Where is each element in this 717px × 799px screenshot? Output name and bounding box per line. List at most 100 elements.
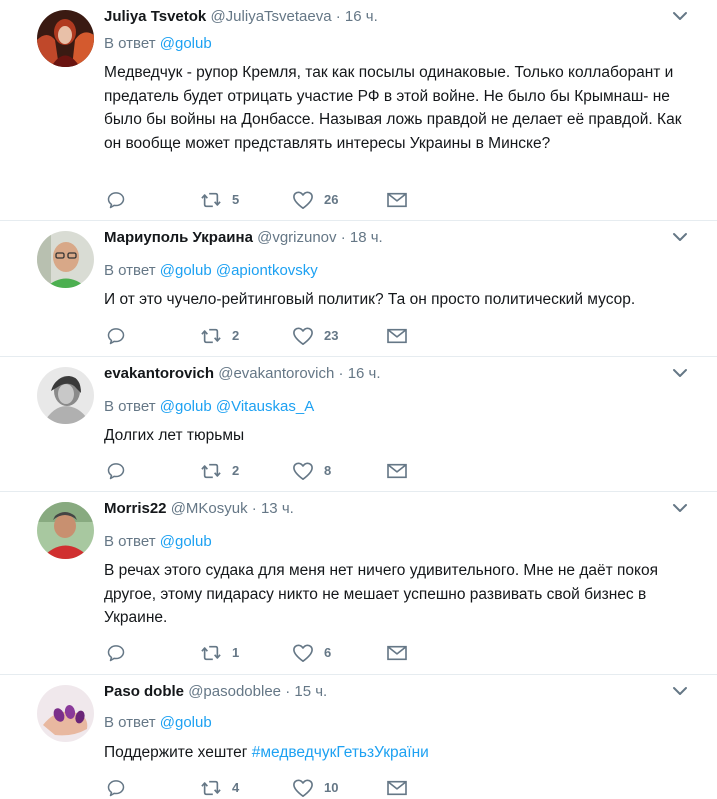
tweet[interactable]: Juliya Tsvetok @JuliyaTsvetaeva · 16 ч. …: [0, 0, 717, 221]
author-name[interactable]: Мариуполь Украина: [104, 229, 253, 246]
avatar-red-hair-icon[interactable]: [37, 10, 94, 67]
dm-button[interactable]: [386, 641, 408, 665]
like-button[interactable]: 8: [292, 459, 331, 483]
timestamp[interactable]: 18 ч.: [350, 229, 383, 246]
mention-link[interactable]: @golub: [160, 35, 212, 52]
author-handle[interactable]: @MKosyuk: [171, 500, 248, 517]
timestamp[interactable]: 16 ч.: [348, 365, 381, 382]
tweet-text: И от это чучело-рейтинговый политик? Та …: [104, 291, 636, 308]
mention-link[interactable]: @golub: [160, 398, 212, 415]
chevron-down-icon[interactable]: [670, 8, 690, 24]
reply-icon: [107, 192, 125, 209]
reply-context: В ответ @golub @apiontkovsky: [104, 261, 318, 281]
dm-button[interactable]: [386, 776, 408, 799]
mention-link[interactable]: @golub: [160, 714, 212, 731]
reply-icon: [107, 645, 125, 662]
like-button[interactable]: 6: [292, 641, 331, 665]
tweet-text: Поддержите хештег #медведчукГетьзУкраїни: [104, 741, 694, 765]
retweet-button[interactable]: 2: [200, 459, 239, 483]
tweet-text: В речах этого судака для меня нет ничего…: [104, 562, 658, 626]
envelope-icon: [387, 645, 407, 661]
reply-prefix: В ответ: [104, 714, 156, 731]
reply-context: В ответ @golub: [104, 713, 212, 733]
chevron-down-icon[interactable]: [670, 365, 690, 381]
tweet[interactable]: evakantorovich @evakantorovich · 16 ч. В…: [0, 357, 717, 492]
tweet-actions: 5 26: [104, 188, 424, 212]
reply-icon: [107, 328, 125, 345]
like-count: 8: [324, 463, 332, 478]
tweet-text: Медведчук - рупор Кремля, так как посылы…: [104, 64, 682, 152]
mention-link[interactable]: @apiontkovsky: [216, 262, 318, 279]
author-handle[interactable]: @JuliyaTsvetaeva: [210, 8, 331, 25]
avatar-purple-nails-icon[interactable]: [37, 685, 94, 742]
chevron-down-icon[interactable]: [670, 229, 690, 245]
envelope-icon: [387, 192, 407, 208]
heart-icon: [293, 779, 313, 797]
avatar-man-red-shirt-icon[interactable]: [37, 502, 94, 559]
hashtag-link[interactable]: #медведчукГетьзУкраїни: [252, 744, 429, 761]
mention-link[interactable]: @golub: [160, 533, 212, 550]
timestamp[interactable]: 16 ч.: [345, 8, 378, 25]
reply-button[interactable]: [106, 324, 126, 348]
like-button[interactable]: 23: [292, 324, 338, 348]
reply-prefix: В ответ: [104, 35, 156, 52]
mention-link[interactable]: @Vitauskas_A: [216, 398, 314, 415]
retweet-button[interactable]: 2: [200, 324, 239, 348]
timestamp[interactable]: 13 ч.: [261, 500, 294, 517]
retweet-count: 5: [232, 192, 240, 207]
retweet-button[interactable]: 1: [200, 641, 239, 665]
timestamp[interactable]: 15 ч.: [294, 683, 327, 700]
retweet-count: 2: [232, 463, 240, 478]
mention-link[interactable]: @golub: [160, 262, 212, 279]
dm-button[interactable]: [386, 459, 408, 483]
author-name[interactable]: Paso doble: [104, 683, 184, 700]
tweet-actions: 4 10: [104, 776, 424, 799]
retweet-count: 1: [232, 645, 240, 660]
tweet-header: Juliya Tsvetok @JuliyaTsvetaeva · 16 ч.: [104, 7, 378, 27]
retweet-button[interactable]: 5: [200, 188, 239, 212]
tweet-header: Мариуполь Украина @vgrizunov · 18 ч.: [104, 228, 383, 248]
like-count: 6: [324, 645, 332, 660]
author-handle[interactable]: @vgrizunov: [257, 229, 336, 246]
separator-dot: ·: [335, 8, 341, 25]
tweet-header: Morris22 @MKosyuk · 13 ч.: [104, 499, 294, 519]
heart-icon: [293, 191, 313, 209]
tweet-header: Paso doble @pasodoblee · 15 ч.: [104, 682, 327, 702]
tweet[interactable]: Morris22 @MKosyuk · 13 ч. В ответ @golub…: [0, 492, 717, 675]
chevron-down-icon[interactable]: [670, 500, 690, 516]
tweet-actions: 2 8: [104, 459, 424, 483]
retweet-button[interactable]: 4: [200, 776, 239, 799]
author-name[interactable]: Morris22: [104, 500, 167, 517]
reply-button[interactable]: [106, 776, 126, 799]
like-button[interactable]: 10: [292, 776, 338, 799]
retweet-icon: [201, 645, 221, 661]
reply-button[interactable]: [106, 188, 126, 212]
reply-button[interactable]: [106, 641, 126, 665]
reply-icon: [107, 780, 125, 797]
reply-context: В ответ @golub: [104, 34, 212, 54]
reply-prefix: В ответ: [104, 533, 156, 550]
like-button[interactable]: 26: [292, 188, 338, 212]
tweet[interactable]: Paso doble @pasodoblee · 15 ч. В ответ @…: [0, 675, 717, 799]
like-count: 26: [324, 192, 339, 207]
envelope-icon: [387, 463, 407, 479]
avatar-bw-portrait-icon[interactable]: [37, 367, 94, 424]
envelope-icon: [387, 780, 407, 796]
heart-icon: [293, 327, 313, 345]
tweet[interactable]: Мариуполь Украина @vgrizunov · 18 ч. В о…: [0, 221, 717, 357]
reply-button[interactable]: [106, 459, 126, 483]
retweet-icon: [201, 780, 221, 796]
dm-button[interactable]: [386, 188, 408, 212]
avatar-man-glasses-icon[interactable]: [37, 231, 94, 288]
author-name[interactable]: Juliya Tsvetok: [104, 8, 206, 25]
author-handle[interactable]: @evakantorovich: [218, 365, 334, 382]
dm-button[interactable]: [386, 324, 408, 348]
author-handle[interactable]: @pasodoblee: [188, 683, 281, 700]
chevron-down-icon[interactable]: [670, 683, 690, 699]
tweet-header: evakantorovich @evakantorovich · 16 ч.: [104, 364, 381, 384]
envelope-icon: [387, 328, 407, 344]
separator-dot: ·: [285, 683, 291, 700]
reply-prefix: В ответ: [104, 398, 156, 415]
author-name[interactable]: evakantorovich: [104, 365, 214, 382]
retweet-icon: [201, 463, 221, 479]
